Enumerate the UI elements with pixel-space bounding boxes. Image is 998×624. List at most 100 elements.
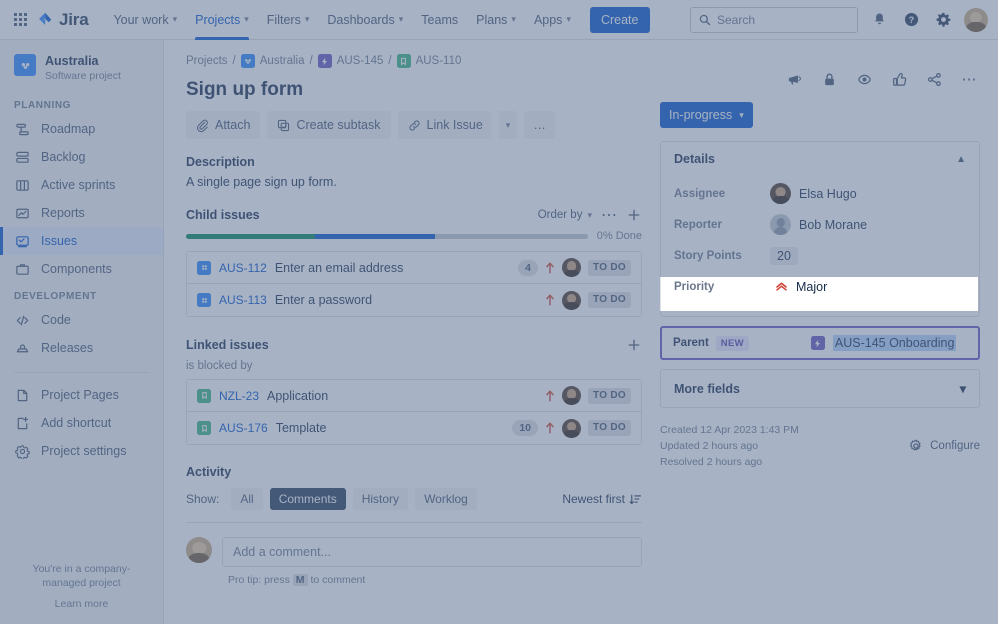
status-dropdown-button[interactable]: In-progress ▾: [660, 102, 753, 128]
sidebar-item-components[interactable]: Components: [0, 255, 163, 283]
sidebar-project-header[interactable]: Australia Software project: [0, 40, 163, 92]
sort-order-button[interactable]: Newest first: [562, 492, 642, 506]
create-subtask-button[interactable]: Create subtask: [267, 111, 390, 139]
table-row[interactable]: NZL-23 Application TO DO: [187, 380, 641, 412]
jira-logo[interactable]: Jira: [37, 10, 88, 30]
sidebar-item-add-shortcut[interactable]: Add shortcut: [0, 409, 163, 437]
status-badge[interactable]: TO DO: [588, 260, 631, 276]
issue-key-link[interactable]: NZL-23: [219, 389, 259, 403]
nav-projects[interactable]: Projects ▾: [186, 0, 258, 40]
order-by-button[interactable]: Order by ▾: [538, 209, 592, 221]
settings-icon[interactable]: [932, 9, 954, 31]
nav-teams[interactable]: Teams: [412, 0, 467, 40]
tab-all[interactable]: All: [231, 488, 262, 510]
help-icon[interactable]: ?: [900, 9, 922, 31]
create-button[interactable]: Create: [590, 7, 650, 33]
field-value[interactable]: Elsa Hugo: [770, 183, 857, 204]
subtask-icon: [197, 261, 211, 275]
parent-value[interactable]: AUS-145 Onboarding: [811, 335, 957, 351]
app-switcher-icon[interactable]: [14, 13, 27, 26]
code-icon: [14, 312, 30, 328]
description-text[interactable]: A single page sign up form.: [186, 175, 642, 189]
sidebar-item-label: Active sprints: [41, 178, 115, 192]
avatar[interactable]: [562, 258, 581, 277]
issue-timestamps: Created 12 Apr 2023 1:43 PM Updated 2 ho…: [660, 422, 799, 470]
tab-comments[interactable]: Comments: [270, 488, 346, 510]
feedback-megaphone-icon[interactable]: [783, 68, 805, 90]
issue-key-link[interactable]: AUS-113: [219, 293, 267, 307]
table-row[interactable]: AUS-112 Enter an email address 4 TO DO: [187, 252, 641, 284]
configure-button[interactable]: Configure: [909, 422, 980, 470]
subtask-icon: [277, 119, 290, 132]
sidebar-item-project-settings[interactable]: Project settings: [0, 437, 163, 465]
details-panel-header[interactable]: Details ▲: [661, 142, 979, 176]
issue-key-link[interactable]: AUS-112: [219, 261, 267, 275]
more-options-icon[interactable]: ⋯: [958, 68, 980, 90]
status-badge[interactable]: TO DO: [588, 420, 631, 436]
linked-issues-header: Linked issues: [186, 337, 642, 353]
notifications-icon[interactable]: [868, 9, 890, 31]
sidebar-item-backlog[interactable]: Backlog: [0, 143, 163, 171]
more-actions-button[interactable]: …: [524, 111, 555, 139]
table-row[interactable]: AUS-176 Template 10 TO DO: [187, 412, 641, 444]
learn-more-link[interactable]: Learn more: [14, 598, 149, 610]
attach-button[interactable]: Attach: [186, 111, 260, 139]
share-icon[interactable]: [923, 68, 945, 90]
table-row[interactable]: AUS-113 Enter a password TO DO: [187, 284, 641, 316]
nav-apps[interactable]: Apps ▾: [525, 0, 580, 40]
field-value[interactable]: Major: [770, 280, 827, 294]
priority-major-icon: [775, 280, 788, 293]
nav-filters[interactable]: Filters ▾: [258, 0, 319, 40]
comment-input[interactable]: Add a comment...: [222, 537, 642, 567]
field-value[interactable]: 20: [770, 247, 798, 265]
nav-your-work[interactable]: Your work ▾: [104, 0, 186, 40]
link-issue-dropdown-button[interactable]: ▾: [499, 111, 518, 139]
add-shortcut-icon: [14, 415, 30, 431]
breadcrumb-aus-110[interactable]: AUS-110: [416, 55, 462, 67]
sidebar-item-code[interactable]: Code: [0, 306, 163, 334]
add-child-issue-button[interactable]: [626, 207, 642, 223]
sidebar-item-active-sprints[interactable]: Active sprints: [0, 171, 163, 199]
sidebar-item-issues[interactable]: Issues: [0, 227, 163, 255]
lock-icon[interactable]: [818, 68, 840, 90]
sidebar-item-reports[interactable]: Reports: [0, 199, 163, 227]
child-issues-more-button[interactable]: ⋯: [601, 207, 617, 223]
updated-timestamp: Updated 2 hours ago: [660, 438, 799, 454]
more-fields-toggle[interactable]: More fields ▾: [660, 369, 980, 408]
page-title[interactable]: Sign up form: [186, 79, 642, 101]
breadcrumb-projects[interactable]: Projects: [186, 55, 228, 67]
breadcrumb-australia[interactable]: Australia: [260, 55, 305, 67]
issue-key-link[interactable]: AUS-176: [219, 421, 268, 435]
profile-avatar[interactable]: [964, 8, 988, 32]
field-label: Assignee: [674, 188, 770, 200]
details-panel-body: Assignee Elsa Hugo Reporter Bob Morane: [661, 176, 979, 316]
sidebar-item-roadmap[interactable]: Roadmap: [0, 115, 163, 143]
tab-worklog[interactable]: Worklog: [415, 488, 477, 510]
reporter-name: Bob Morane: [799, 218, 867, 232]
watch-eye-icon[interactable]: [853, 68, 875, 90]
sidebar-item-project-pages[interactable]: Project Pages: [0, 381, 163, 409]
nav-dashboards[interactable]: Dashboards ▾: [318, 0, 412, 40]
issue-main-column: Projects / Australia / AUS-145 / AU: [186, 54, 642, 624]
chevron-down-icon: ▾: [399, 14, 404, 25]
project-sidebar: Australia Software project PLANNING Road…: [0, 40, 164, 624]
search-input[interactable]: Search: [690, 7, 858, 33]
add-linked-issue-button[interactable]: [626, 337, 642, 353]
avatar[interactable]: [562, 419, 581, 438]
sidebar-item-label: Roadmap: [41, 122, 95, 136]
chevron-down-icon: ▾: [739, 110, 744, 121]
issue-meta: Created 12 Apr 2023 1:43 PM Updated 2 ho…: [660, 422, 980, 470]
status-badge[interactable]: TO DO: [588, 388, 631, 404]
tab-history[interactable]: History: [353, 488, 408, 510]
link-issue-button[interactable]: Link Issue: [398, 111, 491, 139]
avatar[interactable]: [562, 386, 581, 405]
breadcrumb-aus-145[interactable]: AUS-145: [337, 55, 384, 67]
field-parent-highlighted[interactable]: Parent NEW AUS-145 Onboarding: [660, 326, 980, 360]
like-thumbsup-icon[interactable]: [888, 68, 910, 90]
sidebar-item-releases[interactable]: Releases: [0, 334, 163, 362]
nav-plans[interactable]: Plans ▾: [467, 0, 525, 40]
search-icon: [699, 14, 711, 26]
field-value[interactable]: Bob Morane: [770, 214, 867, 235]
avatar[interactable]: [562, 291, 581, 310]
status-badge[interactable]: TO DO: [588, 292, 631, 308]
